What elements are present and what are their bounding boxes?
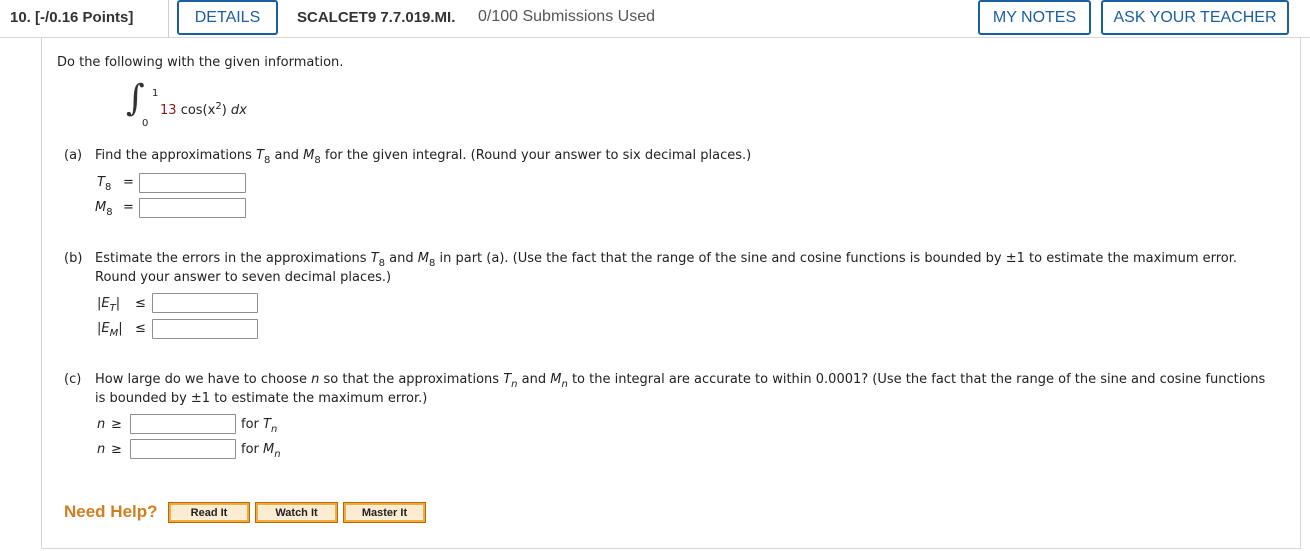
- part-a-prompt: Find the approximations T8 and M8 for th…: [95, 148, 752, 166]
- for-tn-label: for Tn: [241, 417, 278, 435]
- et-answer-input[interactable]: [152, 293, 258, 313]
- integral-upper-limit: 1: [152, 88, 159, 99]
- t8-label: T8: [97, 175, 112, 193]
- part-b-prompt-line2: Round your answer to seven decimal place…: [95, 270, 392, 285]
- integrand: 13 cos(x2) dx: [160, 101, 247, 119]
- header-divider: [168, 0, 169, 37]
- t8-answer-input[interactable]: [139, 173, 246, 193]
- points-label: [-/0.16 Points]: [35, 9, 134, 26]
- part-a-label: (a): [64, 148, 83, 163]
- t8-equals: =: [123, 175, 134, 190]
- n-label-m: n: [97, 442, 106, 457]
- need-help-label: Need Help?: [64, 502, 158, 521]
- question-header: 10. [-/0.16 Points] DETAILS SCALCET9 7.7…: [0, 0, 1310, 38]
- em-answer-input[interactable]: [152, 319, 258, 339]
- master-it-button[interactable]: Master It: [343, 502, 426, 523]
- part-c-prompt: How large do we have to choose n so that…: [95, 372, 1266, 390]
- m8-answer-input[interactable]: [139, 198, 246, 218]
- part-b-prompt: Estimate the errors in the approximation…: [95, 251, 1238, 269]
- part-c-prompt-line2: is bounded by ±1 to estimate the maximum…: [95, 391, 428, 406]
- submissions-count: 0/100 Submissions Used: [478, 8, 655, 25]
- n-geq-t: ≥: [111, 417, 122, 432]
- n-geq-m: ≥: [111, 442, 122, 457]
- et-label: |ET|: [97, 296, 121, 314]
- problem-code: SCALCET9 7.7.019.MI.: [297, 9, 456, 26]
- ask-teacher-button[interactable]: ASK YOUR TEACHER: [1101, 0, 1289, 35]
- my-notes-button[interactable]: MY NOTES: [978, 0, 1091, 35]
- et-leq: ≤: [135, 296, 146, 311]
- m8-label: M8: [95, 200, 113, 218]
- watch-it-button[interactable]: Watch It: [255, 502, 338, 523]
- em-label: |EM|: [97, 321, 123, 339]
- em-leq: ≤: [135, 321, 146, 336]
- for-mn-label: for Mn: [241, 442, 281, 460]
- integral-symbol: ∫: [126, 78, 145, 119]
- part-c-label: (c): [64, 372, 82, 387]
- n-label-t: n: [97, 417, 106, 432]
- n-for-mn-input[interactable]: [130, 439, 236, 459]
- details-button[interactable]: DETAILS: [177, 0, 278, 35]
- m8-equals: =: [123, 200, 134, 215]
- question-number: 10. [-/0.16 Points]: [10, 9, 134, 26]
- n-for-tn-input[interactable]: [130, 414, 236, 434]
- read-it-button[interactable]: Read It: [168, 502, 250, 523]
- integral-lower-limit: 0: [142, 118, 149, 129]
- part-b-label: (b): [64, 251, 83, 266]
- problem-intro: Do the following with the given informat…: [57, 55, 344, 70]
